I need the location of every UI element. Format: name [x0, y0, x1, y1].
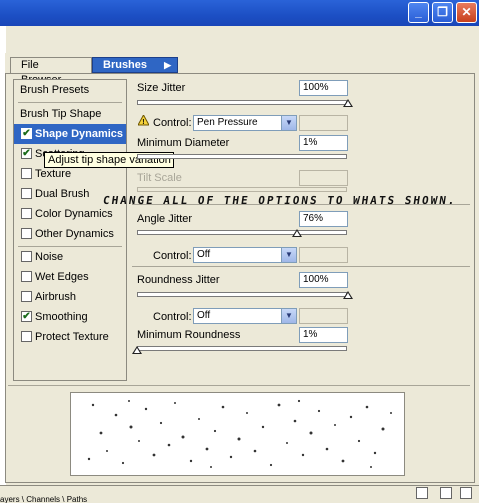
tab-file-browser[interactable]: File Browser	[10, 57, 92, 86]
palette-tabbar: File Browser Brushes ▶	[5, 53, 475, 86]
tilt-scale-label: Tilt Scale	[137, 172, 182, 184]
list-item-noise[interactable]: Noise	[14, 247, 126, 267]
size-jitter-control-select[interactable]: Pen Pressure ▼	[193, 115, 297, 131]
angle-jitter-field[interactable]: 76%	[299, 211, 348, 227]
select-value: Pen Pressure	[197, 117, 258, 128]
chevron-down-icon[interactable]: ▼	[281, 116, 296, 130]
palette-divider	[6, 73, 474, 74]
list-item-other-dynamics[interactable]: Other Dynamics	[14, 224, 126, 244]
tilt-scale-field	[299, 170, 348, 186]
tilt-scale-slider	[137, 187, 347, 192]
svg-text:!: !	[142, 119, 144, 126]
list-item-brush-tip-shape[interactable]: Brush Tip Shape	[14, 104, 126, 124]
texture-checkbox[interactable]	[21, 168, 32, 179]
angle-jitter-thumb[interactable]	[292, 229, 302, 237]
size-jitter-thumb[interactable]	[343, 99, 353, 107]
color-dynamics-checkbox[interactable]	[21, 208, 32, 219]
shape-dynamics-checkbox[interactable]: ✔	[21, 128, 32, 139]
layers-tabs-strip: ayers \ Channels \ Paths	[0, 495, 88, 503]
size-jitter-field[interactable]: 100%	[299, 80, 348, 96]
tab-brushes-label: Brushes	[103, 59, 148, 71]
list-item-brush-presets[interactable]: Brush Presets	[14, 80, 126, 100]
angle-jitter-label: Angle Jitter	[137, 213, 193, 225]
control-label: Control:	[153, 311, 192, 323]
list-item-protect-texture[interactable]: Protect Texture	[14, 327, 126, 347]
size-jitter-slider[interactable]	[137, 100, 347, 105]
scattering-checkbox[interactable]: ✔	[21, 148, 32, 159]
minimum-diameter-field[interactable]: 1%	[299, 135, 348, 151]
brush-options-list: Brush Presets Brush Tip Shape ✔ Shape Dyn…	[13, 79, 127, 381]
tab-brushes[interactable]: Brushes ▶	[92, 57, 178, 73]
scatter-preview-graphic	[87, 399, 392, 468]
airbrush-checkbox[interactable]	[21, 291, 32, 302]
control-extra-field	[299, 247, 348, 263]
control-extra-field	[299, 115, 348, 131]
minimum-diameter-slider[interactable]	[137, 154, 347, 159]
protect-texture-checkbox[interactable]	[21, 331, 32, 342]
list-item-airbrush[interactable]: Airbrush	[14, 287, 126, 307]
roundness-jitter-control-select[interactable]: Off ▼	[193, 308, 297, 324]
new-brush-icon[interactable]	[416, 487, 428, 499]
angle-jitter-slider[interactable]	[137, 230, 347, 235]
wet-edges-checkbox[interactable]	[21, 271, 32, 282]
angle-jitter-control-select[interactable]: Off ▼	[193, 247, 297, 263]
other-dynamics-checkbox[interactable]	[21, 228, 32, 239]
list-item-shape-dynamics[interactable]: ✔ Shape Dynamics	[14, 124, 126, 144]
minimum-roundness-field[interactable]: 1%	[299, 327, 348, 343]
select-value: Off	[197, 249, 211, 260]
list-item-smoothing[interactable]: ✔ Smoothing	[14, 307, 126, 327]
list-item-color-dynamics[interactable]: Color Dynamics	[14, 204, 126, 224]
restore-button[interactable]: ❐	[432, 2, 453, 23]
roundness-jitter-label: Roundness Jitter	[137, 274, 220, 286]
brush-stroke-preview	[70, 392, 405, 476]
noise-checkbox[interactable]	[21, 251, 32, 262]
control-label: Control:	[153, 117, 192, 129]
trash-icon[interactable]	[460, 487, 472, 499]
smoothing-checkbox[interactable]: ✔	[21, 311, 32, 322]
instruction-overlay-text: CHANGE ALL OF THE OPTIONS TO WHATS SHOWN…	[102, 194, 458, 207]
minimum-roundness-label: Minimum Roundness	[137, 329, 241, 341]
preview-divider	[8, 385, 470, 386]
roundness-jitter-slider[interactable]	[137, 292, 347, 297]
section-divider	[132, 266, 470, 267]
minimize-button[interactable]: _	[408, 2, 429, 23]
minimum-roundness-slider[interactable]	[137, 346, 347, 351]
size-jitter-label: Size Jitter	[137, 82, 186, 94]
close-button[interactable]: ✕	[456, 2, 477, 23]
dual-brush-checkbox[interactable]	[21, 188, 32, 199]
title-bar: _ ❐ ✕	[0, 0, 479, 26]
warning-icon: !	[138, 115, 149, 126]
select-value: Off	[197, 310, 211, 321]
minimum-diameter-label: Minimum Diameter	[137, 137, 230, 149]
control-extra-field	[299, 308, 348, 324]
delete-brush-icon[interactable]	[440, 487, 452, 499]
list-item-wet-edges[interactable]: Wet Edges	[14, 267, 126, 287]
chevron-down-icon[interactable]: ▼	[281, 309, 296, 323]
roundness-jitter-thumb[interactable]	[343, 291, 353, 299]
list-divider	[18, 102, 122, 103]
control-label: Control:	[153, 250, 192, 262]
palette-menu-icon[interactable]: ▶	[164, 58, 171, 73]
roundness-jitter-field[interactable]: 100%	[299, 272, 348, 288]
minimum-roundness-thumb[interactable]	[132, 346, 142, 354]
chevron-down-icon[interactable]: ▼	[281, 248, 296, 262]
